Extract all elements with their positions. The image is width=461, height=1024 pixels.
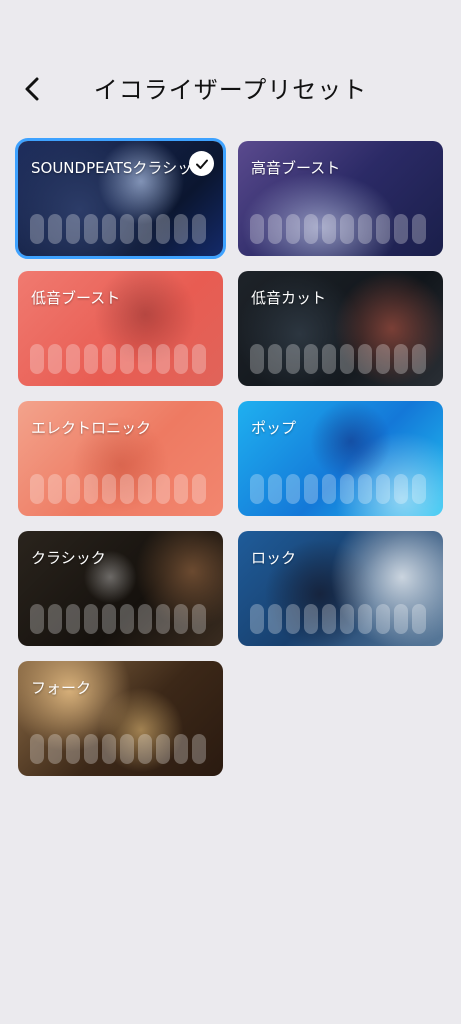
eq-bars xyxy=(30,604,206,634)
eq-bars xyxy=(250,344,426,374)
preset-card-treble-boost[interactable]: 高音ブースト xyxy=(238,141,443,256)
preset-card-bass-boost[interactable]: 低音ブースト xyxy=(18,271,223,386)
preset-card-bass-cut[interactable]: 低音カット xyxy=(238,271,443,386)
check-icon xyxy=(189,151,214,176)
eq-bars xyxy=(30,214,206,244)
eq-bars xyxy=(250,214,426,244)
preset-card-electronic[interactable]: エレクトロニック xyxy=(18,401,223,516)
preset-label: ポップ xyxy=(251,419,297,437)
preset-label: SOUNDPEATSクラシック xyxy=(31,159,203,177)
page-title: イコライザープリセット xyxy=(93,76,368,104)
preset-card-rock[interactable]: ロック xyxy=(238,531,443,646)
preset-card-folk[interactable]: フォーク xyxy=(18,661,223,776)
preset-card-soundpeats-classic[interactable]: SOUNDPEATSクラシック xyxy=(15,138,226,259)
preset-label: フォーク xyxy=(31,679,92,697)
eq-bars xyxy=(30,344,206,374)
preset-label: 高音ブースト xyxy=(251,159,341,177)
eq-bars xyxy=(250,604,426,634)
header: イコライザープリセット xyxy=(0,0,461,140)
preset-label: 低音ブースト xyxy=(31,289,121,307)
preset-card-pop[interactable]: ポップ xyxy=(238,401,443,516)
preset-label: エレクトロニック xyxy=(31,419,152,437)
preset-label: 低音カット xyxy=(251,289,327,307)
eq-bars xyxy=(30,474,206,504)
eq-bars xyxy=(30,734,206,764)
preset-card-classical[interactable]: クラシック xyxy=(18,531,223,646)
preset-label: クラシック xyxy=(31,549,106,567)
eq-bars xyxy=(250,474,426,504)
preset-label: ロック xyxy=(251,549,297,567)
